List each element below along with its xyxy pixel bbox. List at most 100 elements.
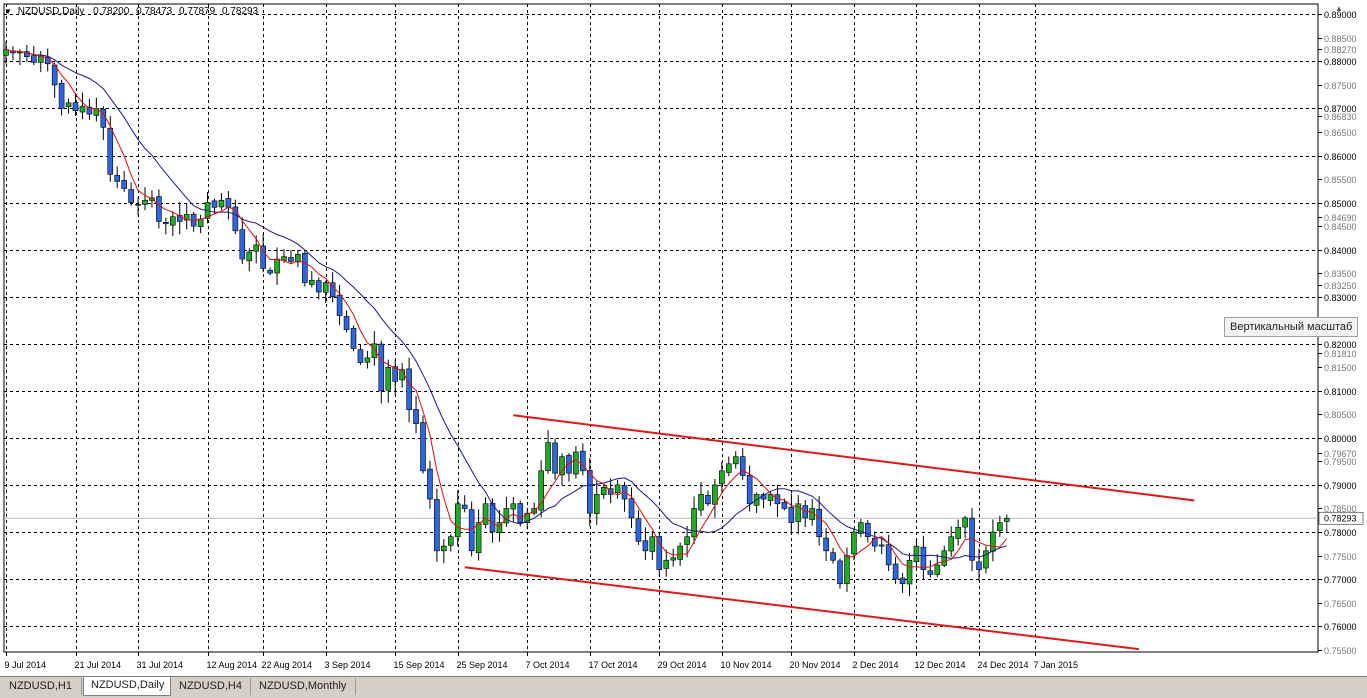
candle-body	[427, 468, 433, 500]
y-tick-label: 0.80500	[1324, 410, 1357, 420]
x-tick-label: 15 Sep 2014	[394, 660, 445, 670]
candle	[246, 248, 253, 272]
candle-body	[253, 244, 259, 252]
candle	[732, 451, 739, 469]
moving-average-fast-line	[5, 49, 1008, 569]
candle	[302, 249, 308, 287]
candle	[267, 267, 273, 276]
candle	[858, 519, 864, 538]
candle-body	[239, 229, 246, 260]
candle	[607, 478, 614, 504]
candle	[580, 443, 586, 476]
candle-body	[274, 258, 280, 274]
candle-body	[211, 200, 218, 208]
candle-body	[163, 222, 169, 225]
candle-body	[663, 559, 670, 569]
x-tick-label: 31 Jul 2014	[137, 660, 184, 670]
candle	[1003, 514, 1010, 533]
candle-body	[642, 540, 649, 552]
y-tick-label: 0.86830	[1324, 112, 1357, 122]
candle-body	[79, 105, 86, 113]
candle	[357, 344, 364, 365]
candle	[225, 191, 232, 220]
y-tick-label: 0.87500	[1324, 81, 1357, 91]
y-tick-label: 0.76000	[1324, 622, 1357, 632]
candle	[385, 359, 392, 403]
candle	[461, 495, 468, 513]
candle	[142, 187, 148, 211]
candle-body	[705, 495, 711, 505]
candle-body	[746, 474, 753, 505]
dropdown-triangle-icon[interactable]: ▼	[4, 7, 12, 16]
candle-body	[586, 470, 593, 514]
tab-nzdusd-monthly[interactable]: NZDUSD,Monthly	[252, 678, 356, 695]
candle-body	[997, 522, 1003, 531]
y-tick-label: 0.76500	[1324, 599, 1357, 609]
candle	[288, 249, 294, 265]
candle-body	[413, 409, 419, 425]
x-tick-label: 7 Oct 2014	[526, 660, 570, 670]
vertical-scale-tooltip: Вертикальный масштаб	[1224, 317, 1359, 337]
candle	[725, 456, 732, 477]
candle-body	[573, 451, 579, 475]
candle	[997, 515, 1003, 538]
x-tick-label: 9 Jul 2014	[5, 660, 47, 670]
y-tick-label: 0.88000	[1324, 57, 1357, 67]
candle-body	[635, 518, 642, 542]
candle-body	[343, 316, 350, 330]
candle	[114, 166, 120, 189]
candle-body	[684, 536, 690, 545]
candle-body	[260, 245, 266, 269]
candle	[218, 193, 225, 210]
candle-body	[600, 486, 607, 495]
candle	[670, 548, 677, 567]
candle	[65, 98, 72, 114]
candle-body	[517, 503, 524, 523]
price-chart[interactable]: 0.890000.885000.882700.880000.875000.870…	[0, 0, 1367, 676]
candle-body	[677, 545, 683, 560]
candle	[308, 271, 315, 288]
candle	[239, 217, 246, 265]
x-tick-label: 17 Oct 2014	[589, 660, 638, 670]
candle	[830, 547, 836, 564]
y-tick-label: 0.81000	[1324, 387, 1357, 397]
candle	[79, 92, 86, 120]
candle	[837, 558, 843, 589]
y-tick-label: 0.85500	[1324, 175, 1357, 185]
y-tick-label: 0.88500	[1324, 34, 1357, 44]
candle	[378, 340, 385, 404]
candle-body	[927, 570, 934, 575]
candle	[920, 536, 927, 580]
candle	[934, 554, 941, 578]
tab-nzdusd-h1[interactable]: NZDUSD,H1	[2, 678, 82, 695]
candle-body	[156, 196, 162, 222]
candle-body	[288, 257, 294, 262]
x-tick-label: 21 Jul 2014	[75, 660, 122, 670]
tab-nzdusd-h4[interactable]: NZDUSD,H4	[172, 678, 251, 695]
chart-tab-bar: NZDUSD,H1 NZDUSD,Daily NZDUSD,H4 NZDUSD,…	[0, 676, 1367, 698]
candle-body	[725, 463, 732, 473]
chart-window[interactable]: 0.89000 0.88500 0.88270 0.88000 0.87500 0.870…	[0, 0, 1367, 676]
candle	[100, 106, 107, 141]
candle	[37, 51, 44, 73]
candle-body	[878, 544, 885, 547]
chart-shift-triangle-icon[interactable]: ▲	[1335, 5, 1345, 13]
candle-body	[913, 545, 920, 563]
candle	[30, 46, 37, 66]
candle	[406, 357, 412, 423]
y-tick-label: 0.83250	[1324, 281, 1357, 291]
candle	[586, 458, 593, 527]
candle	[204, 192, 211, 224]
candle-body	[468, 509, 475, 552]
candle	[600, 484, 607, 500]
candle-body	[336, 294, 343, 316]
candle	[176, 202, 183, 235]
candle-body	[135, 203, 141, 206]
candle-body	[302, 252, 308, 283]
candle-body	[107, 127, 114, 175]
y-tick-label: 0.78000	[1324, 528, 1357, 538]
candle-body	[593, 494, 600, 514]
tab-nzdusd-daily[interactable]: NZDUSD,Daily	[83, 677, 171, 696]
candle	[635, 509, 642, 545]
candle	[441, 539, 447, 564]
